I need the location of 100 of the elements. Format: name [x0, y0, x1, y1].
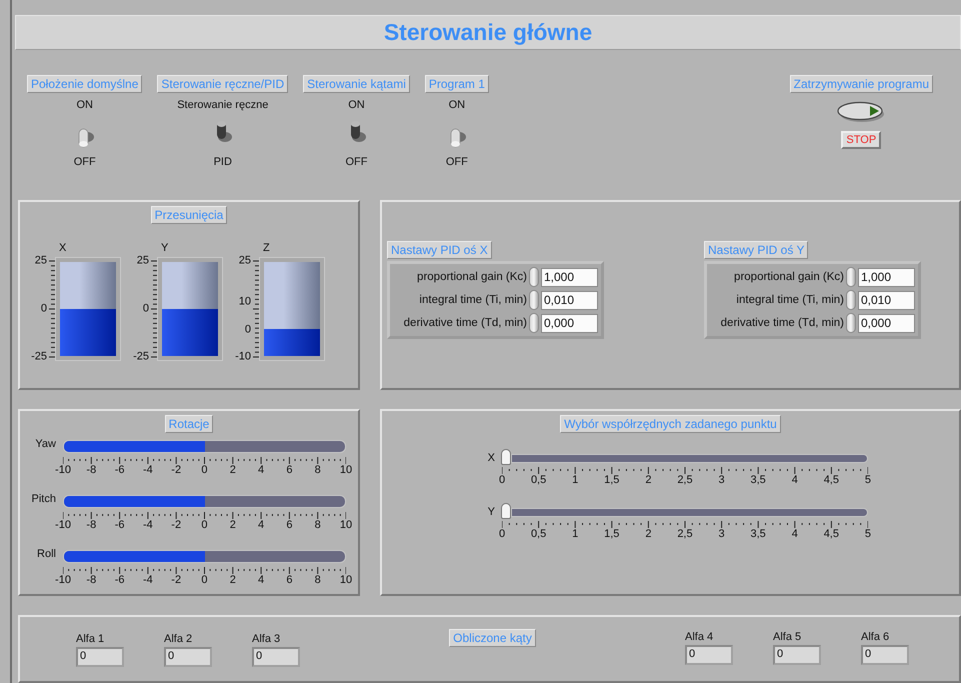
- slider-track[interactable]: [63, 440, 346, 453]
- tick-label: -2: [170, 519, 182, 531]
- tick-label: 2: [644, 474, 652, 486]
- panel-title: Obliczone kąty: [449, 629, 536, 647]
- numeric-indicator: 0: [164, 647, 212, 667]
- param-label: integral time (Ti, min): [735, 294, 845, 306]
- tick-label: 10: [338, 464, 354, 476]
- numeric-input[interactable]: 1,000: [858, 268, 915, 286]
- slider-label: X: [486, 452, 496, 464]
- increment-spinner[interactable]: [846, 290, 856, 310]
- control-label: Program 1: [424, 75, 489, 94]
- tick-label: 5: [864, 528, 872, 540]
- tick-label: 4,5: [822, 474, 840, 486]
- tick-label: 8: [314, 574, 322, 586]
- tick-label: 0: [200, 519, 209, 531]
- scale-label: 25: [34, 256, 47, 266]
- field-label: Alfa 3: [252, 633, 282, 645]
- numeric-input[interactable]: 0,000: [858, 314, 915, 332]
- tick-label: -8: [85, 464, 98, 476]
- slider-track[interactable]: [63, 550, 346, 563]
- tick-label: 2,5: [676, 528, 694, 540]
- increment-spinner[interactable]: [846, 313, 856, 333]
- panel-title: Rotacje: [164, 415, 214, 433]
- scale-label: 10: [238, 296, 251, 308]
- tick-label: 6: [285, 519, 294, 531]
- increment-spinner[interactable]: [529, 267, 539, 287]
- cluster-title: Nastawy PID oś Y: [704, 241, 808, 259]
- numeric-indicator: 0: [772, 645, 821, 665]
- numeric-indicator: 0: [684, 645, 733, 665]
- numeric-input[interactable]: 0,000: [541, 314, 598, 332]
- tick-label: 1: [571, 528, 580, 540]
- panel-title: Wybór współrzędnych zadanego punktu: [560, 415, 781, 433]
- tick-label: 2,5: [676, 474, 694, 486]
- param-label: proportional gain (Kc): [416, 271, 528, 283]
- slider-label: Pitch: [30, 493, 57, 505]
- slider-track[interactable]: [63, 495, 346, 508]
- cluster-title: Nastawy PID oś X: [387, 241, 492, 259]
- tick-label: 2: [644, 528, 652, 540]
- tick-label: 1,5: [603, 474, 620, 486]
- numeric-indicator: 0: [76, 647, 124, 667]
- slider-thumb[interactable]: [501, 448, 511, 464]
- tick-label: 0,5: [530, 528, 548, 540]
- scale-label: -10: [235, 352, 251, 362]
- field-label: Alfa 5: [772, 631, 802, 643]
- numeric-input[interactable]: 0,010: [541, 290, 598, 310]
- tick-label: 4: [790, 528, 799, 540]
- scale-label: -25: [133, 352, 149, 362]
- scale-label: -25: [31, 352, 47, 362]
- tick-label: -10: [54, 464, 72, 476]
- increment-spinner[interactable]: [846, 267, 856, 287]
- tick-label: 4: [257, 574, 266, 586]
- tank-empty-area: [162, 262, 218, 309]
- tick-label: -10: [54, 519, 72, 531]
- switch-on-label: Sterowanie ręczne: [177, 99, 268, 112]
- numeric-input[interactable]: 0,010: [858, 290, 915, 310]
- numeric-input[interactable]: 1,000: [541, 268, 598, 286]
- tick-label: 10: [338, 574, 354, 586]
- param-label: derivative time (Td, min): [720, 317, 845, 329]
- tick-label: 0: [200, 574, 209, 586]
- field-label: Alfa 6: [860, 631, 890, 643]
- tick-label: 0,5: [530, 474, 548, 486]
- tick-label: 1,5: [603, 528, 620, 540]
- numeric-indicator: 0: [252, 647, 300, 667]
- tick-label: 8: [314, 464, 322, 476]
- tick-label: 4: [257, 464, 266, 476]
- increment-spinner[interactable]: [529, 290, 539, 310]
- slider-label: Roll: [36, 548, 57, 560]
- tick-label: 3,5: [750, 474, 767, 486]
- slider-track[interactable]: [511, 508, 868, 517]
- tick-label: 2: [228, 574, 237, 586]
- increment-spinner[interactable]: [529, 313, 539, 333]
- scale-label: 25: [136, 256, 149, 266]
- field-label: Alfa 2: [164, 633, 194, 645]
- tick-label: 3,5: [750, 528, 767, 540]
- slider-thumb[interactable]: [501, 502, 511, 518]
- tick-label: 3: [718, 528, 726, 540]
- tick-label: 1: [571, 474, 580, 486]
- switch-off-label: OFF: [74, 156, 96, 168]
- tick-label: 0: [498, 528, 506, 540]
- tick-label: -6: [114, 464, 126, 476]
- tick-label: -4: [142, 574, 154, 586]
- tank-label: Y: [161, 242, 170, 254]
- oval-indicator-icon[interactable]: [837, 101, 886, 124]
- slider-label: Yaw: [34, 438, 57, 450]
- control-label: Sterowanie ręczne/PID: [157, 75, 288, 94]
- scale-label: 25: [238, 256, 251, 266]
- tick-label: -10: [54, 574, 72, 586]
- switch-off-label: OFF: [446, 156, 468, 168]
- tick-label: 6: [285, 574, 294, 586]
- slider-track[interactable]: [511, 454, 868, 463]
- tick-label: -4: [142, 464, 154, 476]
- tick-label: 8: [314, 519, 322, 531]
- switch-on-label: ON: [76, 99, 93, 112]
- numeric-indicator: 0: [860, 645, 909, 665]
- tick-label: 4: [257, 519, 266, 531]
- switch-on-label: ON: [448, 99, 466, 112]
- tick-label: -8: [85, 574, 98, 586]
- tick-label: 0: [200, 464, 209, 476]
- tick-label: -6: [114, 519, 126, 531]
- tick-label: -6: [114, 574, 126, 586]
